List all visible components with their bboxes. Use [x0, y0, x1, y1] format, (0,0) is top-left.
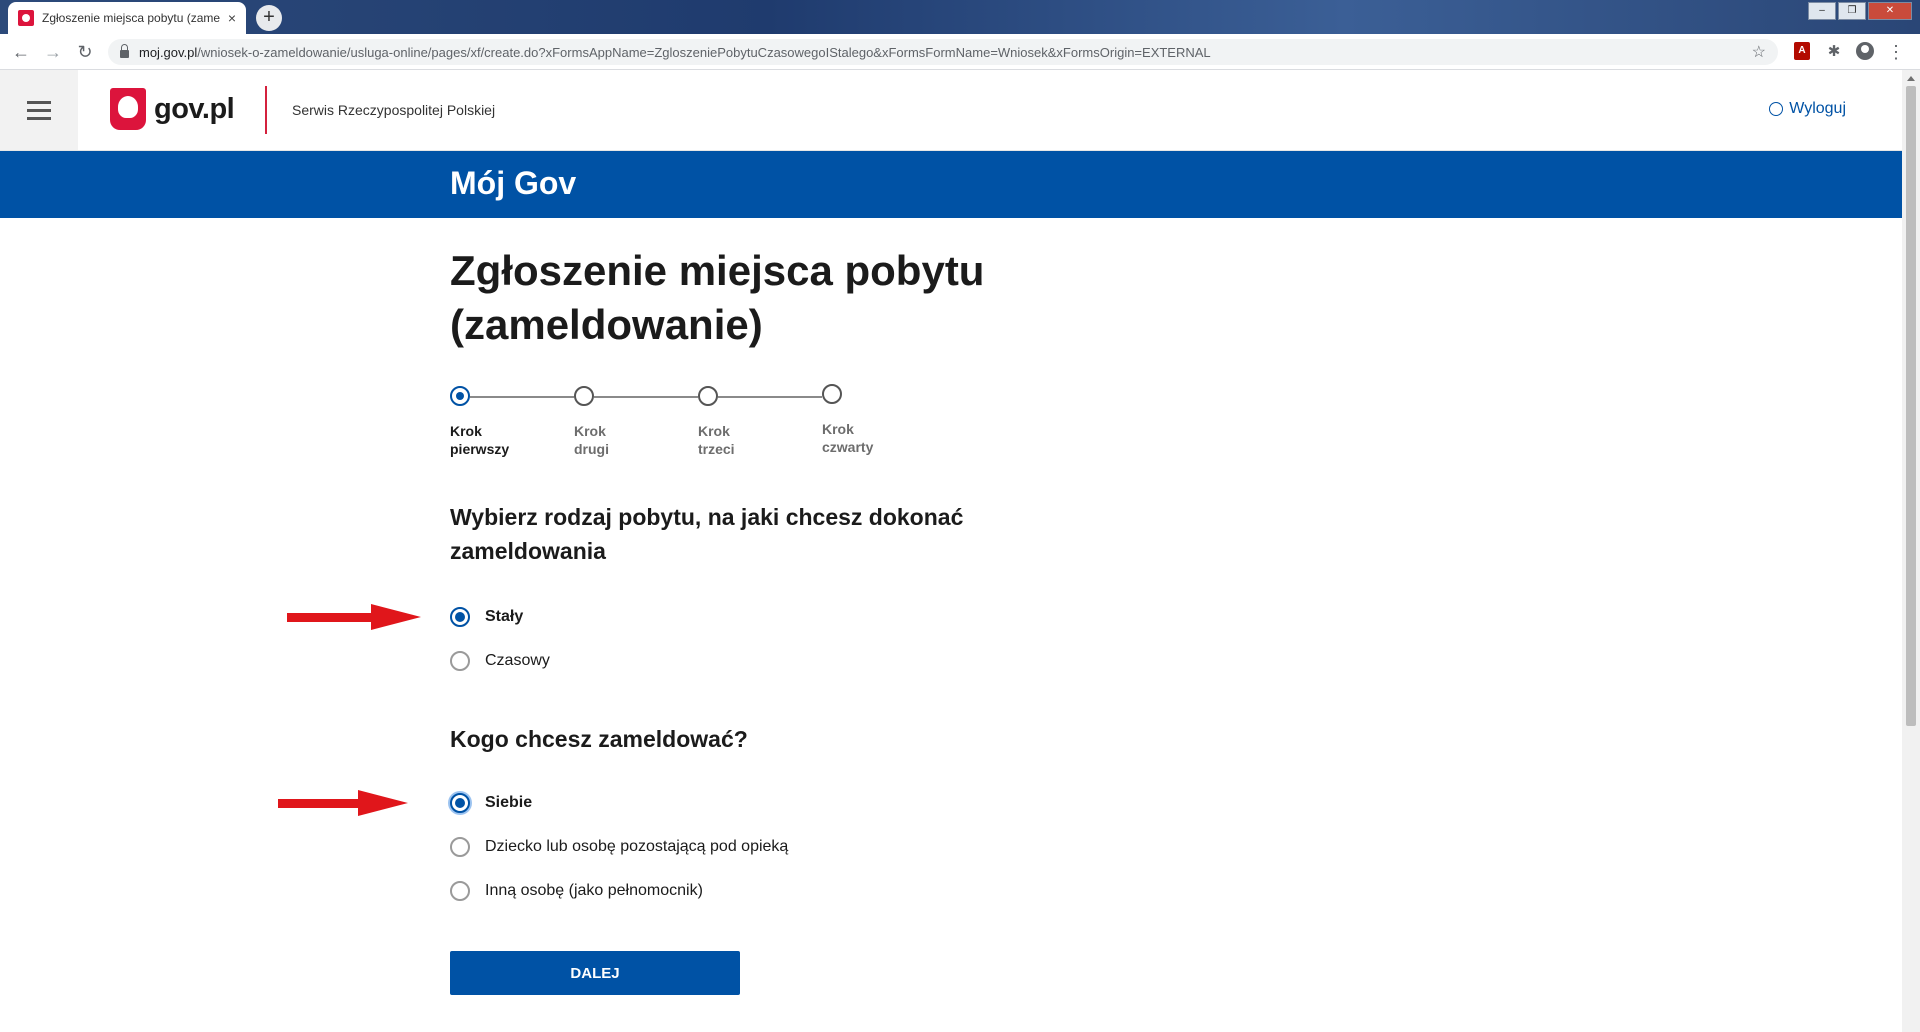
pdf-extension-icon[interactable]: A — [1794, 42, 1814, 62]
hamburger-menu-icon[interactable] — [0, 70, 78, 150]
step-3-label: Krok trzeci — [698, 422, 778, 458]
forward-icon[interactable]: → — [42, 41, 64, 63]
star-icon[interactable]: ☆ — [1752, 42, 1766, 62]
step-3-label-line2: trzeci — [698, 441, 735, 457]
radio-czasowy-button[interactable] — [450, 651, 470, 671]
header-divider — [265, 86, 267, 134]
url-path: /wniosek-o-zameldowanie/usluga-online/pa… — [197, 44, 1211, 60]
stepper: Krok pierwszy Krok drugi Krok trzeci Kro… — [450, 384, 950, 464]
back-icon[interactable]: ← — [10, 41, 32, 63]
brand-title[interactable]: Mój Gov — [450, 165, 576, 202]
scroll-up-icon[interactable] — [1907, 76, 1915, 81]
extensions-icon[interactable]: ✱ — [1824, 42, 1844, 62]
radio-staly-button[interactable] — [450, 607, 470, 627]
radio-staly[interactable]: Stały — [450, 607, 523, 627]
url-host: moj.gov.pl — [139, 44, 198, 60]
radio-czasowy[interactable]: Czasowy — [450, 651, 550, 671]
step-1-label-line2: pierwszy — [450, 441, 510, 457]
maximize-icon[interactable]: ❐ — [1838, 2, 1866, 20]
step-2-label-line2: drugi — [574, 441, 609, 457]
page-title: Zgłoszenie miejsca pobytu (zameldowanie) — [450, 247, 985, 348]
address-bar[interactable]: moj.gov.pl/wniosek-o-zameldowanie/usluga… — [108, 39, 1778, 65]
menu-icon[interactable]: ⋮ — [1886, 42, 1906, 62]
radio-inna-osoba-button[interactable] — [450, 881, 470, 901]
polish-eagle-icon — [110, 88, 146, 130]
radio-inna-osoba-label: Inną osobę (jako pełnomocnik) — [485, 882, 703, 899]
step-connector — [594, 396, 698, 398]
annotation-arrow — [278, 790, 408, 816]
logout-label: Wyloguj — [1789, 100, 1846, 117]
gov-favicon-icon — [18, 10, 34, 26]
radio-siebie-label: Siebie — [485, 794, 533, 811]
radio-dziecko-button[interactable] — [450, 837, 470, 857]
step-4-label-line1: Krok — [822, 421, 854, 437]
radio-dziecko[interactable]: Dziecko lub osobę pozostającą pod opieką — [450, 837, 788, 857]
step-1-label: Krok pierwszy — [450, 422, 530, 458]
lock-icon[interactable] — [120, 44, 129, 58]
radio-czasowy-label: Czasowy — [485, 652, 550, 669]
step-2-indicator — [574, 386, 594, 406]
next-button[interactable]: DALEJ — [450, 951, 740, 995]
service-name: Serwis Rzeczypospolitej Polskiej — [292, 102, 496, 118]
step-4-indicator — [822, 384, 842, 404]
govpl-logo[interactable]: gov.pl — [110, 88, 235, 130]
step-3-indicator — [698, 386, 718, 406]
step-4-label-line2: czwarty — [822, 439, 874, 455]
tab-title: Zgłoszenie miejsca pobytu (zame — [41, 11, 221, 25]
question-residence-type: Wybierz rodzaj pobytu, na jaki chcesz do… — [450, 504, 964, 564]
step-1-label-line1: Krok — [450, 423, 482, 439]
browser-toolbar: ← → ↻ moj.gov.pl/wniosek-o-zameldowanie/… — [0, 34, 1920, 70]
browser-tab[interactable]: Zgłoszenie miejsca pobytu (zame × — [8, 2, 246, 34]
step-2-label: Krok drugi — [574, 422, 654, 458]
profile-icon[interactable] — [1856, 42, 1876, 62]
close-window-icon[interactable]: ✕ — [1868, 2, 1912, 20]
tab-close-icon[interactable]: × — [228, 10, 236, 26]
logo-text: gov.pl — [154, 92, 235, 125]
site-header: gov.pl Serwis Rzeczypospolitej Polskiej … — [0, 70, 1902, 151]
step-connector — [470, 396, 574, 398]
radio-staly-label: Stały — [485, 608, 524, 625]
step-3-label-line1: Krok — [698, 423, 730, 439]
question-who: Kogo chcesz zameldować? — [450, 726, 748, 752]
step-connector — [718, 396, 822, 398]
url-text[interactable]: moj.gov.pl/wniosek-o-zameldowanie/usluga… — [139, 45, 1752, 60]
radio-siebie[interactable]: Siebie — [450, 793, 532, 813]
step-1-indicator — [450, 386, 470, 406]
radio-siebie-button[interactable] — [450, 793, 470, 813]
scroll-thumb[interactable] — [1906, 86, 1916, 726]
browser-tabstrip: Zgłoszenie miejsca pobytu (zame × + – ❐ … — [0, 0, 1920, 34]
brand-bar: Mój Gov — [0, 151, 1902, 218]
reload-icon[interactable]: ↻ — [74, 41, 96, 63]
minimize-icon[interactable]: – — [1808, 2, 1836, 20]
step-2-label-line1: Krok — [574, 423, 606, 439]
logout-link[interactable]: Wyloguj — [1769, 100, 1846, 118]
window-controls: – ❐ ✕ — [1808, 2, 1912, 20]
annotation-arrow — [287, 604, 422, 630]
new-tab-button[interactable]: + — [256, 5, 282, 31]
page-scrollbar[interactable] — [1902, 70, 1920, 1032]
step-4-label: Krok czwarty — [822, 420, 902, 456]
radio-inna-osoba[interactable]: Inną osobę (jako pełnomocnik) — [450, 881, 703, 901]
radio-dziecko-label: Dziecko lub osobę pozostającą pod opieką — [485, 838, 789, 855]
user-icon — [1769, 102, 1784, 116]
